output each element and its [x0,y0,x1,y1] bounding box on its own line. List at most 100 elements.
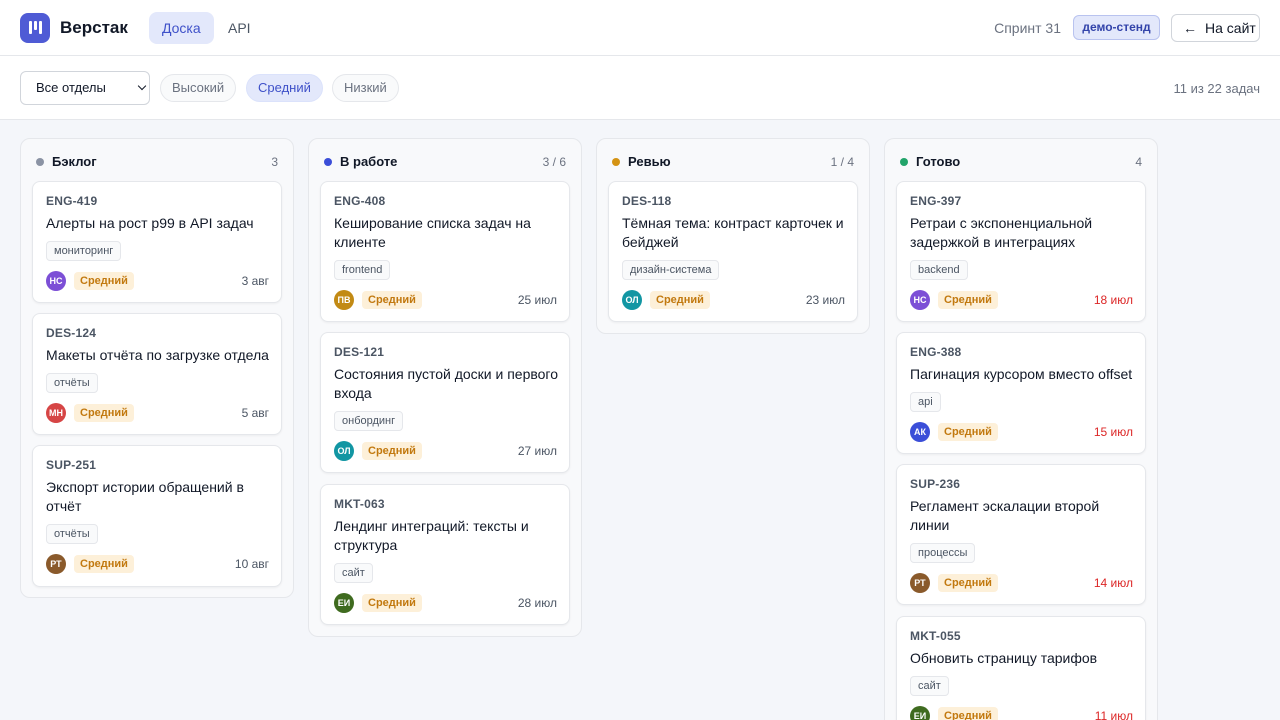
due-date: 5 авг [241,406,269,420]
column-header: Ревью 1 / 4 [597,139,869,181]
avatar: ОЛ [334,441,354,461]
env-badge: демо-стенд [1073,15,1160,40]
task-id: DES-121 [334,345,385,359]
brand-name: Верстак [60,18,128,37]
task-tag: backend [910,260,968,280]
task-id: ENG-388 [910,345,962,359]
back-to-site-button[interactable]: ← На сайт [1171,14,1260,42]
column-count: 1 / 4 [830,155,854,169]
task-tag: отчёты [46,373,98,393]
priority-filter-low[interactable]: Низкий [332,74,399,102]
status-dot-icon [612,158,620,166]
task-tag: api [910,392,941,412]
priority-badge: Средний [938,291,998,309]
task-id: ENG-397 [910,194,962,208]
task-count: 11 из 22 задач [1173,81,1260,96]
column-in-progress: В работе 3 / 6 ENG-408 Кеширование списк… [308,138,582,637]
task-tag: сайт [910,676,949,696]
task-card[interactable]: ENG-419 Алерты на рост p99 в API задач м… [32,181,282,303]
task-card[interactable]: ENG-397 Ретраи с экспоненциальной задерж… [896,181,1146,322]
due-date: 15 июл [1093,425,1133,439]
task-title: Состояния пустой доски и первого входа [334,366,559,401]
task-title: Обновить страницу тарифов [910,650,1098,666]
task-tag: дизайн-система [622,260,720,280]
due-date: 14 июл [1093,576,1133,590]
task-id: DES-118 [622,194,672,208]
logo-icon[interactable] [20,13,50,43]
task-id: MKT-063 [334,497,385,511]
task-card[interactable]: ENG-388 Пагинация курсором вместо offset… [896,332,1146,454]
task-card[interactable]: ENG-408 Кеширование списка задач на клие… [320,181,570,322]
task-card[interactable]: SUP-236 Регламент эскалации второй линии… [896,464,1146,605]
column-title: Готово [916,154,961,169]
department-select-value: Все отделы [36,80,106,95]
task-id: MKT-055 [910,629,961,643]
due-date: 11 июл [1094,709,1133,720]
task-title: Макеты отчёта по загрузке отдела [46,347,269,363]
task-title: Алерты на рост p99 в API задач [46,215,254,231]
avatar: НС [910,290,930,310]
avatar: РТ [910,573,930,593]
task-title: Кеширование списка задач на клиенте [334,215,531,250]
column-header: Бэклог 3 [21,139,293,181]
column-header: Готово 4 [885,139,1157,181]
due-date: 10 авг [234,557,269,571]
priority-badge: Средний [938,574,998,592]
due-date: 3 авг [241,274,269,288]
priority-filter-high[interactable]: Высокий [160,74,237,102]
tab-api[interactable]: API [215,12,264,44]
task-tag: frontend [334,260,391,280]
column-count: 3 [271,155,278,169]
due-date: 27 июл [517,444,557,458]
task-card[interactable]: MKT-063 Лендинг интеграций: тексты и стр… [320,484,570,625]
task-card[interactable]: DES-124 Макеты отчёта по загрузке отдела… [32,313,282,435]
status-dot-icon [900,158,908,166]
due-date: 23 июл [805,293,845,307]
task-card[interactable]: SUP-251 Экспорт истории обращений в отчё… [32,445,282,587]
task-card[interactable]: MKT-055 Обновить страницу тарифов сайт Е… [896,616,1146,720]
column-title: В работе [340,154,398,169]
priority-badge: Средний [74,404,134,422]
arrow-left-icon: ← [1183,20,1197,36]
department-select[interactable]: Все отделы [20,71,150,105]
task-title: Пагинация курсором вместо offset [910,366,1133,382]
sprint-label: Спринт 31 [994,20,1061,36]
avatar: ПВ [334,290,354,310]
task-id: ENG-419 [46,194,98,208]
priority-badge: Средний [650,291,710,309]
priority-badge: Средний [362,442,422,460]
avatar: НС [46,271,66,291]
task-card[interactable]: DES-118 Тёмная тема: контраст карточек и… [608,181,858,322]
avatar: ОЛ [622,290,642,310]
tab-board[interactable]: Доска [149,12,214,44]
task-id: ENG-408 [334,194,386,208]
task-title: Ретраи с экспоненциальной задержкой в ин… [910,215,1093,250]
column-done: Готово 4 ENG-397 Ретраи с экспоненциальн… [884,138,1158,720]
column-count: 4 [1135,155,1142,169]
column-header: В работе 3 / 6 [309,139,581,181]
back-to-site-label: На сайт [1205,20,1256,36]
column-title: Ревью [628,154,671,169]
task-tag: мониторинг [46,241,122,261]
task-tag: сайт [334,563,373,583]
priority-badge: Средний [362,594,422,612]
task-id: SUP-251 [46,458,97,472]
task-id: DES-124 [46,326,97,340]
due-date: 28 июл [517,596,557,610]
task-tag: отчёты [46,524,98,544]
avatar: ЕИ [910,706,930,720]
priority-badge: Средний [74,555,134,573]
task-card[interactable]: DES-121 Состояния пустой доски и первого… [320,332,570,473]
priority-badge: Средний [938,707,998,720]
avatar: МН [46,403,66,423]
priority-filter-medium[interactable]: Средний [246,74,323,102]
due-date: 18 июл [1093,293,1133,307]
priority-badge: Средний [938,423,998,441]
chevron-down-icon [137,81,147,91]
avatar: АК [910,422,930,442]
column-count: 3 / 6 [542,155,566,169]
task-title: Лендинг интеграций: тексты и структура [334,518,529,553]
task-tag: процессы [910,543,976,563]
filter-bar: Все отделы Высокий Средний Низкий 11 из … [0,56,1280,120]
task-id: SUP-236 [910,477,961,491]
